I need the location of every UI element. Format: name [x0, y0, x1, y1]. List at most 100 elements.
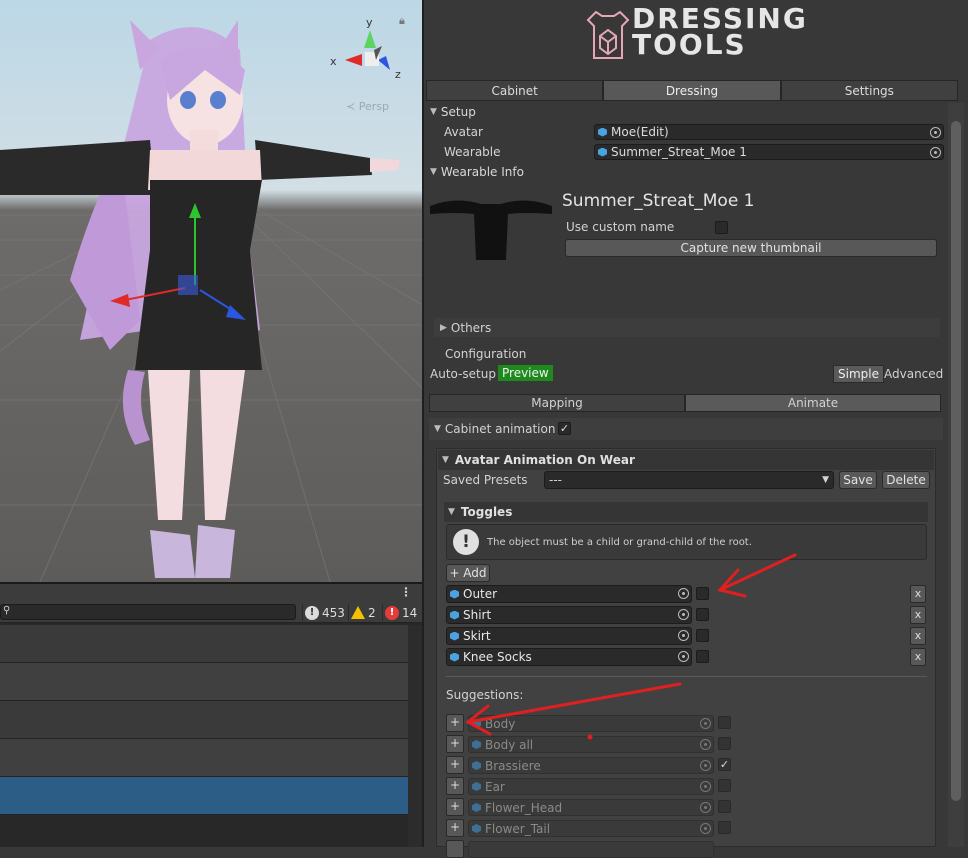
- more-menu-icon[interactable]: ⋮: [400, 585, 412, 599]
- wearable-name: Summer_Streat_Moe 1: [562, 191, 755, 211]
- add-suggestion-button[interactable]: [446, 840, 464, 858]
- wearable-field[interactable]: Summer_Streat_Moe 1: [594, 144, 944, 160]
- object-picker-icon[interactable]: [678, 651, 689, 662]
- main-tabs: Cabinet Dressing Settings: [426, 80, 958, 101]
- log-row[interactable]: [0, 701, 408, 739]
- toggles-foldout[interactable]: ▼ Toggles: [444, 502, 928, 522]
- suggestion-field[interactable]: Body: [468, 715, 714, 732]
- lock-icon[interactable]: 🔒︎: [399, 14, 411, 27]
- log-row[interactable]: [0, 663, 408, 701]
- info-count-toggle[interactable]: ! 453: [302, 604, 349, 621]
- log-row[interactable]: [0, 625, 408, 663]
- wearable-info-foldout[interactable]: ▼ Wearable Info: [430, 163, 524, 181]
- suggestion-field[interactable]: Flower_Head: [468, 799, 714, 816]
- setup-foldout[interactable]: ▼ Setup: [430, 103, 476, 121]
- simple-mode-button[interactable]: Simple: [833, 365, 884, 383]
- object-picker-icon[interactable]: [678, 630, 689, 641]
- toggle-state-checkbox[interactable]: [696, 629, 709, 642]
- cabinet-animation-foldout[interactable]: ▼ Cabinet animation: [429, 418, 943, 440]
- remove-toggle-button[interactable]: x: [910, 627, 926, 645]
- suggestion-checkbox[interactable]: [718, 716, 731, 729]
- add-suggestion-button[interactable]: +: [446, 735, 464, 753]
- object-picker-icon[interactable]: [700, 781, 711, 792]
- tab-dressing[interactable]: Dressing: [603, 80, 781, 101]
- cabinet-animation-checkbox[interactable]: ✓: [558, 422, 571, 435]
- toggle-state-checkbox[interactable]: [696, 608, 709, 621]
- scrollbar-thumb[interactable]: [951, 121, 961, 801]
- object-picker-icon[interactable]: [700, 802, 711, 813]
- suggestion-field[interactable]: Brassiere: [468, 757, 714, 774]
- object-picker-icon[interactable]: [678, 588, 689, 599]
- log-row[interactable]: [0, 739, 408, 777]
- preview-button[interactable]: Preview: [498, 365, 553, 381]
- suggestion-checkbox[interactable]: [718, 779, 731, 792]
- inspector-scrollbar[interactable]: [948, 103, 964, 847]
- remove-toggle-button[interactable]: x: [910, 585, 926, 603]
- add-suggestion-button[interactable]: +: [446, 777, 464, 795]
- toggle-state-checkbox[interactable]: [696, 587, 709, 600]
- log-row-selected[interactable]: [0, 777, 408, 815]
- warning-count-toggle[interactable]: 2: [348, 604, 380, 621]
- perspective-toggle[interactable]: ≺ Persp: [346, 100, 389, 113]
- warning-icon: [351, 606, 365, 619]
- object-picker-icon[interactable]: [700, 718, 711, 729]
- add-suggestion-button[interactable]: +: [446, 714, 464, 732]
- tab-mapping[interactable]: Mapping: [429, 394, 685, 412]
- advanced-mode-button[interactable]: Advanced: [884, 367, 943, 381]
- capture-thumbnail-button[interactable]: Capture new thumbnail: [565, 239, 937, 257]
- prefab-icon: [450, 652, 459, 662]
- foldout-open-icon: ▼: [430, 107, 437, 117]
- tab-cabinet[interactable]: Cabinet: [426, 80, 604, 101]
- save-preset-button[interactable]: Save: [839, 471, 877, 489]
- console-toolbar: ⚲ ! 453 2 ! 14: [0, 601, 422, 623]
- object-picker-icon[interactable]: [700, 823, 711, 834]
- delete-preset-button[interactable]: Delete: [882, 471, 930, 489]
- toggle-state-checkbox[interactable]: [696, 650, 709, 663]
- avatar-label: Avatar: [444, 125, 483, 139]
- tab-animate[interactable]: Animate: [685, 394, 941, 412]
- foldout-closed-icon: ▶: [440, 322, 447, 333]
- suggestion-checkbox[interactable]: ✓: [718, 758, 731, 771]
- wearable-label: Wearable: [444, 145, 501, 159]
- object-picker-icon[interactable]: [700, 760, 711, 771]
- scene-view[interactable]: y x z ≺ Persp 🔒︎: [0, 0, 422, 582]
- object-picker-icon[interactable]: [930, 147, 941, 158]
- suggestion-field[interactable]: Body all: [468, 736, 714, 753]
- object-picker-icon[interactable]: [930, 127, 941, 138]
- add-suggestion-button[interactable]: +: [446, 819, 464, 837]
- suggestion-field[interactable]: Ear: [468, 778, 714, 795]
- toggle-object-field[interactable]: Shirt: [446, 606, 692, 624]
- wearable-value: Summer_Streat_Moe 1: [611, 145, 747, 159]
- warning-count: 2: [368, 605, 376, 620]
- suggestion-checkbox[interactable]: [718, 737, 731, 750]
- avatar-field[interactable]: Moe(Edit): [594, 124, 944, 140]
- toggle-object-field[interactable]: Knee Socks: [446, 648, 692, 666]
- add-suggestion-button[interactable]: +: [446, 798, 464, 816]
- console-scrollbar[interactable]: [408, 625, 422, 847]
- use-custom-name-checkbox[interactable]: [715, 221, 728, 234]
- remove-toggle-button[interactable]: x: [910, 606, 926, 624]
- add-suggestion-button[interactable]: +: [446, 756, 464, 774]
- suggestion-checkbox[interactable]: [718, 800, 731, 813]
- suggestion-field[interactable]: Flower_Tail: [468, 820, 714, 837]
- others-foldout[interactable]: ▶ Others: [434, 318, 940, 337]
- info-count: 453: [322, 605, 345, 620]
- prefab-icon: [472, 719, 481, 728]
- tab-settings[interactable]: Settings: [780, 80, 958, 101]
- prefab-icon: [472, 761, 481, 770]
- error-count-toggle[interactable]: ! 14: [382, 604, 421, 621]
- toggle-object-field[interactable]: Outer: [446, 585, 692, 603]
- remove-toggle-button[interactable]: x: [910, 648, 926, 666]
- auto-setup-label[interactable]: Auto-setup: [430, 367, 496, 381]
- toggle-object-field[interactable]: Skirt: [446, 627, 692, 645]
- preset-dropdown[interactable]: --- ▼: [544, 471, 834, 489]
- avatar-value: Moe(Edit): [611, 125, 669, 139]
- console-panel: ⋮ ⚲ ! 453 2 ! 14: [0, 582, 422, 847]
- console-search-input[interactable]: ⚲: [0, 604, 296, 620]
- add-toggle-button[interactable]: + Add: [446, 564, 490, 582]
- suggestion-checkbox[interactable]: [718, 821, 731, 834]
- avatar-animation-foldout[interactable]: ▼ Avatar Animation On Wear: [438, 450, 934, 470]
- object-picker-icon[interactable]: [678, 609, 689, 620]
- suggestion-field[interactable]: [468, 841, 714, 858]
- object-picker-icon[interactable]: [700, 739, 711, 750]
